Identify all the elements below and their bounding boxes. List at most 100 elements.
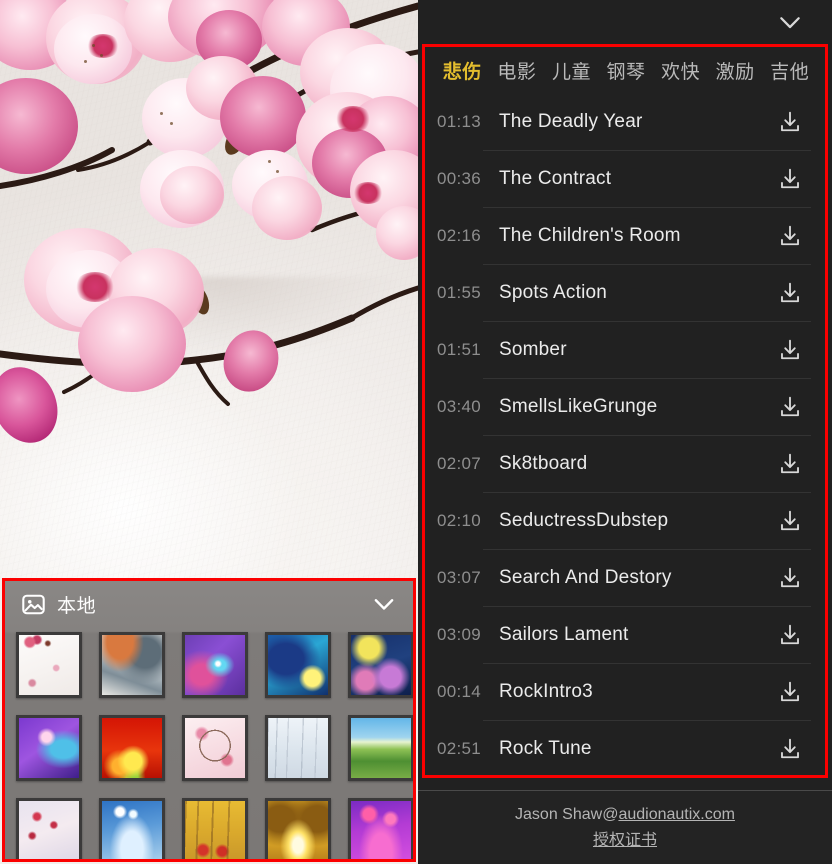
download-icon[interactable] xyxy=(777,337,803,363)
track-title: Sailors Lament xyxy=(499,623,629,645)
download-icon[interactable] xyxy=(777,280,803,306)
thumbnail-item[interactable] xyxy=(182,715,248,781)
download-icon[interactable] xyxy=(777,109,803,135)
chevron-down-icon[interactable] xyxy=(774,6,806,38)
author-credit-domain[interactable]: audionautix.com xyxy=(618,806,735,823)
local-media-title: 本地 xyxy=(57,594,97,617)
track-row[interactable]: 03:40 SmellsLikeGrunge xyxy=(425,378,825,435)
thumbnail-item[interactable] xyxy=(99,798,165,859)
thumbnail-item[interactable] xyxy=(265,632,331,698)
track-row[interactable]: 02:16 The Children's Room xyxy=(425,207,825,264)
download-icon[interactable] xyxy=(777,394,803,420)
thumbnail-art-nebula-purple xyxy=(185,635,245,695)
thumbnail-item[interactable] xyxy=(99,715,165,781)
local-media-panel-surface: 本地 xyxy=(5,581,413,859)
thumbnail-art-ink-landscape xyxy=(102,635,162,695)
track-title: Somber xyxy=(499,338,567,360)
thumbnail-art-magenta-blossom xyxy=(351,801,411,859)
track-duration: 01:55 xyxy=(437,282,482,302)
thumbnail-item[interactable] xyxy=(182,798,248,859)
track-row[interactable]: 02:10 SeductressDubstep xyxy=(425,492,825,549)
thumbnail-art-snow-forest xyxy=(268,718,328,778)
thumbnail-art-golden-forest xyxy=(185,801,245,859)
track-title: Search And Destory xyxy=(499,566,672,588)
track-title: The Deadly Year xyxy=(499,110,643,132)
track-title: RockIntro3 xyxy=(499,680,593,702)
track-row[interactable]: 01:13 The Deadly Year xyxy=(425,93,825,150)
thumbnail-item[interactable] xyxy=(16,798,82,859)
thumbnail-art-blossom-white xyxy=(19,635,79,695)
track-title: The Children's Room xyxy=(499,224,681,246)
track-row[interactable]: 00:14 RockIntro3 xyxy=(425,663,825,720)
track-duration: 02:16 xyxy=(437,225,482,245)
track-duration: 03:09 xyxy=(437,624,482,644)
track-row[interactable]: 02:07 Sk8tboard xyxy=(425,435,825,492)
download-icon[interactable] xyxy=(777,622,803,648)
tab-cheerful[interactable]: 欢快 xyxy=(653,57,708,84)
author-credit-prefix: Jason Shaw@ xyxy=(515,806,619,823)
track-duration: 00:14 xyxy=(437,681,482,701)
thumbnail-art-golden-path xyxy=(268,801,328,859)
thumbnail-item[interactable] xyxy=(265,798,331,859)
thumbnail-item[interactable] xyxy=(265,715,331,781)
track-duration: 03:40 xyxy=(437,396,482,416)
thumbnail-item[interactable] xyxy=(348,798,413,859)
music-library-box: 悲伤 电影 儿童 钢琴 欢快 激励 吉他 01:13 The Deadly Ye… xyxy=(422,44,828,778)
author-credit: Jason Shaw@audionautix.com xyxy=(418,803,832,828)
chevron-down-icon[interactable] xyxy=(369,589,399,619)
track-duration: 01:13 xyxy=(437,111,482,131)
thumbnail-item[interactable] xyxy=(348,715,413,781)
download-icon[interactable] xyxy=(777,565,803,591)
track-title: Spots Action xyxy=(499,281,608,303)
thumbnail-item[interactable] xyxy=(16,715,82,781)
audio-and-media-picker-screen: 本地 悲伤 电影 儿童 钢琴 欢快 激励 吉他 01:13 The Deadly… xyxy=(0,0,832,864)
left-pane: 本地 xyxy=(0,0,418,864)
thumbnail-item[interactable] xyxy=(348,632,413,698)
track-duration: 02:51 xyxy=(437,738,482,758)
cherry-branch-illustration xyxy=(0,2,418,406)
thumbnail-item[interactable] xyxy=(99,632,165,698)
local-media-panel: 本地 xyxy=(2,578,416,862)
track-row[interactable]: 00:36 The Contract xyxy=(425,150,825,207)
track-row[interactable]: 02:51 Rock Tune xyxy=(425,720,825,775)
track-list[interactable]: 01:13 The Deadly Year 00:36 The Contract… xyxy=(425,93,825,775)
track-duration: 02:10 xyxy=(437,510,482,530)
track-row[interactable]: 03:09 Sailors Lament xyxy=(425,606,825,663)
tab-inspiring[interactable]: 激励 xyxy=(708,57,763,84)
thumbnail-art-dark-florals xyxy=(351,635,411,695)
download-icon[interactable] xyxy=(777,736,803,762)
attribution-footer: Jason Shaw@audionautix.com 授权证书 xyxy=(418,790,832,864)
preview-canvas[interactable] xyxy=(0,0,418,578)
local-media-header[interactable]: 本地 xyxy=(5,581,413,627)
thumbnail-item[interactable] xyxy=(182,632,248,698)
thumbnail-item[interactable] xyxy=(16,632,82,698)
track-title: Rock Tune xyxy=(499,737,592,759)
track-title: Sk8tboard xyxy=(499,452,588,474)
license-link[interactable]: 授权证书 xyxy=(593,828,657,853)
track-duration: 03:07 xyxy=(437,567,482,587)
download-icon[interactable] xyxy=(777,679,803,705)
thumbnail-art-blue-castle xyxy=(268,635,328,695)
track-row[interactable]: 01:51 Somber xyxy=(425,321,825,378)
tab-sad[interactable]: 悲伤 xyxy=(435,57,490,84)
track-title: SeductressDubstep xyxy=(499,509,669,531)
track-duration: 00:36 xyxy=(437,168,482,188)
thumbnail-art-purple-dream xyxy=(19,718,79,778)
track-title: SmellsLikeGrunge xyxy=(499,395,658,417)
music-pane: 悲伤 电影 儿童 钢琴 欢快 激励 吉他 01:13 The Deadly Ye… xyxy=(418,0,832,864)
tab-guitar[interactable]: 吉他 xyxy=(762,57,817,84)
tab-children[interactable]: 儿童 xyxy=(544,57,599,84)
thumbnail-art-pink-circle xyxy=(185,718,245,778)
download-icon[interactable] xyxy=(777,451,803,477)
thumbnail-art-red-fire xyxy=(102,718,162,778)
music-pane-collapse-bar xyxy=(418,0,832,44)
download-icon[interactable] xyxy=(777,508,803,534)
track-duration: 02:07 xyxy=(437,453,482,473)
tab-piano[interactable]: 钢琴 xyxy=(599,57,654,84)
track-duration: 01:51 xyxy=(437,339,482,359)
tab-movie[interactable]: 电影 xyxy=(490,57,545,84)
track-row[interactable]: 03:07 Search And Destory xyxy=(425,549,825,606)
track-row[interactable]: 01:55 Spots Action xyxy=(425,264,825,321)
download-icon[interactable] xyxy=(777,166,803,192)
download-icon[interactable] xyxy=(777,223,803,249)
